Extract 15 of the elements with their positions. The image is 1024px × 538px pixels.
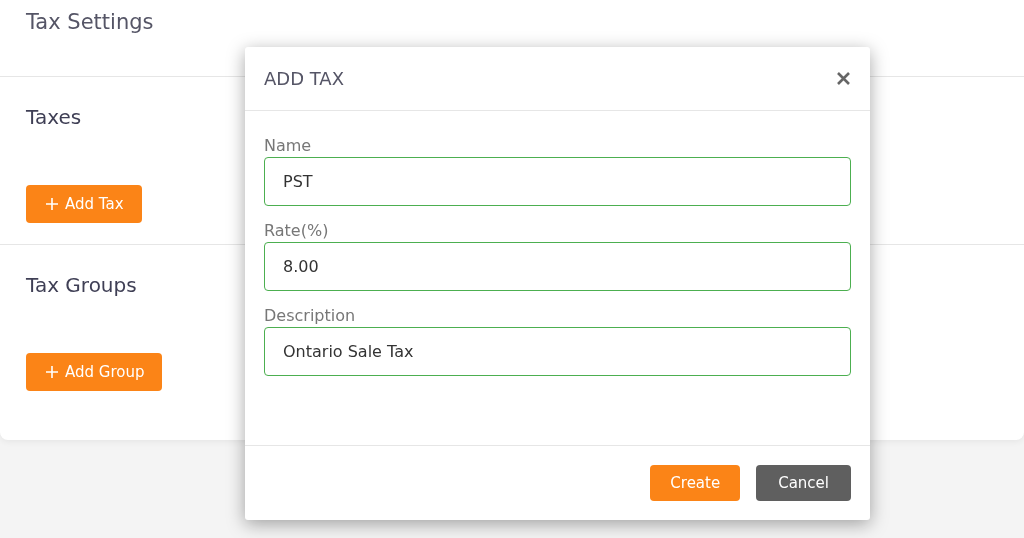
field-label: Rate(%) — [264, 221, 330, 240]
plus-icon — [46, 366, 58, 378]
input-field[interactable]: 8.00 — [264, 242, 851, 291]
close-icon — [837, 72, 850, 85]
section-title: Taxes — [26, 105, 82, 129]
input-field[interactable]: Ontario Sale Tax — [264, 327, 851, 376]
page-title: Tax Settings — [26, 10, 154, 34]
cancel-button[interactable]: Cancel — [756, 465, 851, 501]
field-label: Description — [264, 306, 357, 325]
dialog-title: ADD TAX — [264, 68, 344, 89]
field-label: Name — [264, 136, 313, 155]
close-button[interactable] — [835, 70, 852, 87]
input-field[interactable]: PST — [264, 157, 851, 206]
section-title: Tax Groups — [26, 273, 137, 297]
plus-icon — [46, 198, 58, 210]
